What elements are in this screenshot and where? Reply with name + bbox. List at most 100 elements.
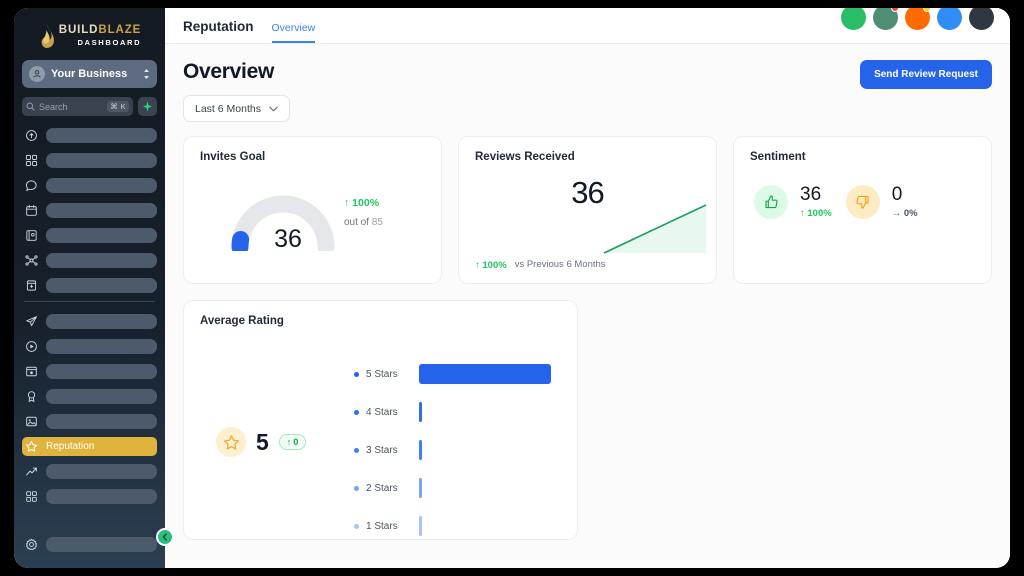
- bar-row: 1 Stars: [354, 507, 561, 539]
- sidebar-item-placeholder: [46, 278, 157, 293]
- award-icon: [24, 390, 38, 404]
- bar-track: [419, 364, 561, 384]
- gear-icon: [24, 538, 38, 552]
- avatar[interactable]: [905, 8, 931, 30]
- sidebar-collapse-button[interactable]: [156, 528, 174, 546]
- reviews-received-sparkline: [598, 193, 716, 265]
- sidebar-item-label: Reputation: [46, 441, 95, 452]
- apps-icon: [24, 490, 38, 504]
- sidebar-item-reputation[interactable]: Reputation: [22, 437, 157, 456]
- sidebar-item-placeholder: [46, 128, 157, 143]
- average-rating-delta-badge: ↑ 0: [278, 434, 307, 450]
- calendar-icon: [24, 204, 38, 218]
- sidebar-item-3[interactable]: [22, 176, 157, 195]
- rocket-icon: [24, 129, 38, 143]
- reviews-received-compare-label: vs Previous 6 Months: [514, 259, 606, 270]
- sidebar-item-settings[interactable]: [22, 535, 157, 554]
- trending-up-icon: [24, 465, 38, 479]
- bar-track: [419, 478, 561, 498]
- sidebar-item-10[interactable]: [22, 362, 157, 381]
- invites-goal-target: out of 85: [344, 217, 383, 228]
- date-range-value: Last 6 Months: [195, 102, 261, 115]
- card-title: Sentiment: [750, 151, 806, 163]
- brand-text: BUILDBLAZE DASHBOARD: [59, 25, 141, 46]
- legend-dot: [354, 523, 359, 529]
- search-input[interactable]: Search ⌘ K: [22, 97, 133, 116]
- sentiment-negative-value: 0: [891, 184, 903, 205]
- book-icon: [24, 229, 38, 243]
- avatar[interactable]: [841, 8, 866, 30]
- rating-distribution-chart: 5 Stars 4 Stars 3 Stars 2 Stars 1 Stars: [354, 355, 561, 539]
- sidebar-item-placeholder: [46, 314, 157, 329]
- invites-goal-delta: ↑ 100%: [344, 197, 380, 209]
- sidebar-item-placeholder: [46, 414, 157, 429]
- sentiment-negative: 0 → 0%: [845, 184, 918, 219]
- send-review-request-button[interactable]: Send Review Request: [860, 60, 992, 89]
- card-invites-goal: Invites Goal 36 ↑ 100% out of 85: [183, 136, 442, 284]
- sidebar-item-4[interactable]: [22, 201, 157, 220]
- bar-fill: [419, 516, 422, 536]
- sidebar-item-placeholder: [46, 203, 157, 218]
- avatar-group: [841, 8, 994, 30]
- chevron-up-down-icon: [143, 68, 150, 81]
- bar-fill: [419, 440, 422, 460]
- filter-row: Last 6 Months: [183, 95, 992, 122]
- card-average-rating: Average Rating 5 ↑ 0 5 Stars 4 Stars 3 S…: [183, 300, 578, 540]
- sidebar-item-placeholder: [46, 228, 157, 243]
- search-shortcut-badge: ⌘ K: [107, 101, 129, 112]
- sidebar-nav-bottom: Reputation: [14, 312, 165, 506]
- sidebar-item-13[interactable]: [22, 462, 157, 481]
- sidebar-item-6[interactable]: [22, 251, 157, 270]
- sentiment-positive-delta: ↑ 100%: [800, 208, 832, 219]
- business-name: Your Business: [51, 68, 128, 80]
- sidebar-item-9[interactable]: [22, 337, 157, 356]
- brand-subtitle: DASHBOARD: [77, 37, 142, 47]
- sidebar-item-placeholder: [46, 339, 157, 354]
- bar-label: 1 Stars: [366, 520, 398, 532]
- bar-label: 3 Stars: [366, 444, 398, 456]
- page-section-title: Reputation: [183, 19, 254, 34]
- legend-dot: [354, 447, 359, 453]
- invites-goal-stats: ↑ 100% out of 85: [344, 197, 383, 228]
- brand-name-part2: BLAZE: [98, 24, 142, 37]
- bar-row: 2 Stars: [354, 469, 561, 507]
- search-icon: [26, 98, 35, 116]
- sidebar-item-placeholder: [46, 153, 157, 168]
- sidebar-item-11[interactable]: [22, 387, 157, 406]
- brand-logo: BUILDBLAZE DASHBOARD: [14, 22, 165, 48]
- sidebar-item-placeholder: [46, 489, 157, 504]
- sidebar-item-8[interactable]: [22, 312, 157, 331]
- legend-dot: [354, 485, 359, 491]
- sidebar-item-2[interactable]: [22, 151, 157, 170]
- app-window: BUILDBLAZE DASHBOARD Your Business Searc…: [14, 8, 1010, 568]
- sidebar-item-1[interactable]: [22, 126, 157, 145]
- sidebar-item-placeholder: [46, 464, 157, 479]
- topbar: Reputation Overview: [165, 8, 1010, 44]
- send-icon: [24, 315, 38, 329]
- star-icon: [216, 427, 246, 457]
- grid-icon: [24, 154, 38, 168]
- business-selector[interactable]: Your Business: [22, 60, 157, 88]
- sidebar-item-14[interactable]: [22, 487, 157, 506]
- bar-track: [419, 516, 561, 536]
- card-title: Invites Goal: [200, 151, 266, 163]
- sidebar-item-5[interactable]: [22, 226, 157, 245]
- sentiment-positive: 36 ↑ 100%: [754, 185, 832, 219]
- search-placeholder: Search: [39, 101, 68, 112]
- bar-label: 4 Stars: [366, 406, 398, 418]
- sidebar-item-12[interactable]: [22, 412, 157, 431]
- sentiment-positive-value: 36: [800, 184, 822, 205]
- avatar[interactable]: [969, 8, 994, 30]
- sidebar: BUILDBLAZE DASHBOARD Your Business Searc…: [14, 8, 174, 568]
- bar-label: 5 Stars: [366, 368, 398, 380]
- reviews-received-delta: ↑ 100%: [475, 260, 507, 271]
- avatar[interactable]: [873, 8, 899, 30]
- date-range-dropdown[interactable]: Last 6 Months: [183, 95, 290, 122]
- sidebar-item-7[interactable]: [22, 276, 157, 295]
- tab-overview[interactable]: Overview: [271, 22, 316, 43]
- play-circle-icon: [24, 340, 38, 354]
- sparkle-icon[interactable]: [138, 97, 157, 116]
- avatar[interactable]: [937, 8, 962, 30]
- sidebar-item-placeholder: [46, 178, 157, 193]
- bar-track: [419, 440, 561, 460]
